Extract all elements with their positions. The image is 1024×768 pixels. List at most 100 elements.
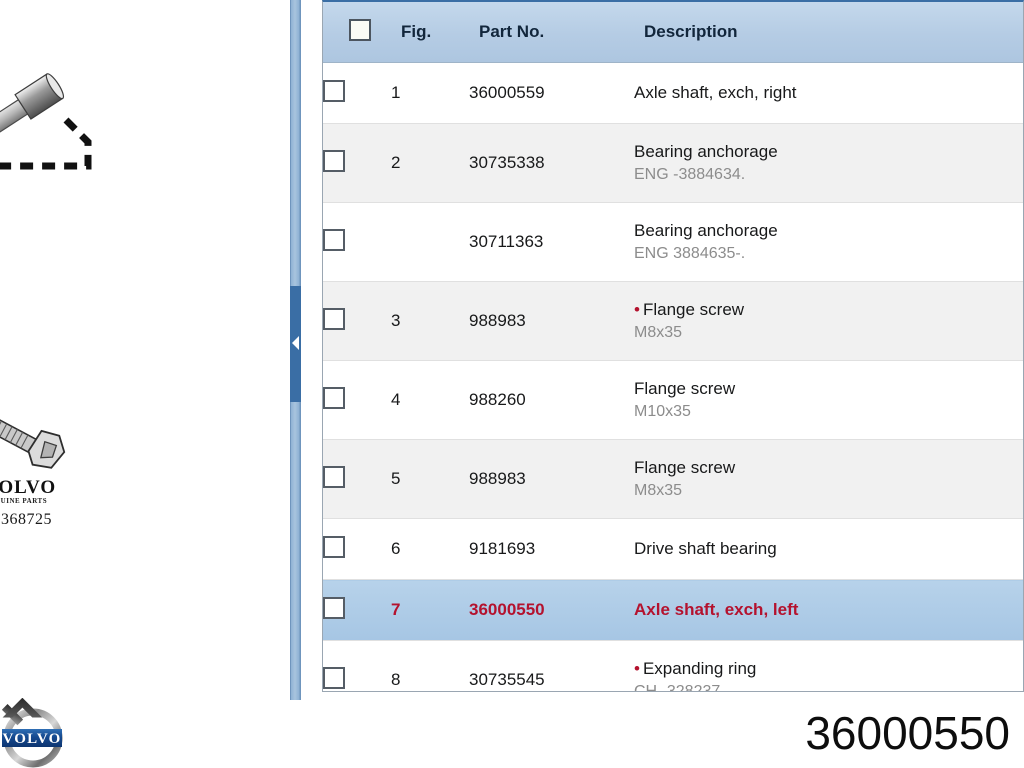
- cell-part-no[interactable]: 988983: [469, 281, 634, 361]
- row-select-cell[interactable]: [323, 62, 391, 124]
- header-fig[interactable]: Fig.: [391, 2, 469, 63]
- cell-fig: 1: [391, 62, 469, 124]
- row-checkbox[interactable]: [323, 79, 345, 102]
- description-main: • Expanding ring: [634, 659, 1023, 679]
- row-checkbox[interactable]: [323, 386, 345, 409]
- cell-description[interactable]: Bearing anchorage ENG 3884635-.: [634, 202, 1023, 282]
- table-row[interactable]: 3 988983 • Flange screw M8x35: [323, 281, 1023, 361]
- description-text: Bearing anchorage: [634, 221, 778, 241]
- description-main: Drive shaft bearing: [634, 539, 1023, 559]
- parts-table-header: Fig. Part No. Description: [323, 2, 1023, 63]
- cell-fig: [391, 202, 469, 282]
- cell-part-no[interactable]: 36000550: [469, 579, 634, 641]
- cell-fig: 5: [391, 439, 469, 519]
- required-part-bullet-icon: •: [634, 300, 640, 320]
- cell-part-no[interactable]: 988983: [469, 439, 634, 519]
- row-checkbox[interactable]: [323, 228, 345, 251]
- cell-part-no[interactable]: 30735338: [469, 123, 634, 203]
- description-subtext: M10x35: [634, 402, 691, 420]
- table-row[interactable]: 6 9181693 Drive shaft bearing: [323, 518, 1023, 580]
- header-description[interactable]: Description: [634, 2, 1023, 63]
- row-select-cell[interactable]: [323, 281, 391, 361]
- stamp-brand: VOLVO: [0, 477, 57, 498]
- description-text: Flange screw: [634, 379, 736, 399]
- description-main: Flange screw: [634, 458, 1023, 478]
- table-row[interactable]: 5 988983 Flange screw M8x35: [323, 439, 1023, 519]
- select-all-checkbox[interactable]: [349, 18, 371, 41]
- cell-description[interactable]: Axle shaft, exch, left: [634, 579, 1023, 641]
- description-main: Bearing anchorage: [634, 142, 1023, 162]
- parts-table: Fig. Part No. Description 1 36000559 Axle …: [323, 2, 1023, 692]
- header-part-no[interactable]: Part No.: [469, 2, 634, 63]
- row-checkbox[interactable]: [323, 596, 345, 619]
- row-select-cell[interactable]: [323, 518, 391, 580]
- description-subtext: ENG 3884635-.: [634, 244, 746, 262]
- cell-description[interactable]: Bearing anchorage ENG -3884634.: [634, 123, 1023, 203]
- cell-part-no[interactable]: 30735545: [469, 640, 634, 691]
- parts-catalog-screen: VOLVO GENUINE PARTS R-368725 Fig. Part N…: [0, 0, 1024, 768]
- row-checkbox[interactable]: [323, 149, 345, 172]
- row-select-cell[interactable]: [323, 640, 391, 691]
- flange-screw-icon: [0, 417, 66, 469]
- row-checkbox[interactable]: [323, 465, 345, 488]
- illustration-panel: VOLVO GENUINE PARTS R-368725: [0, 0, 288, 700]
- cell-description[interactable]: Drive shaft bearing: [634, 518, 1023, 580]
- axle-shaft-end-icon: [0, 73, 92, 170]
- description-subtext: ENG -3884634.: [634, 165, 746, 183]
- header-select-all[interactable]: [323, 2, 391, 63]
- cell-fig: 6: [391, 518, 469, 580]
- description-subtext: M8x35: [634, 323, 683, 341]
- cell-description[interactable]: Flange screw M8x35: [634, 439, 1023, 519]
- cell-description[interactable]: • Expanding ring CH -328237: [634, 640, 1023, 692]
- cell-part-no[interactable]: 30711363: [469, 202, 634, 282]
- parts-table-body: 1 36000559 Axle shaft, exch, right 2 3073533…: [323, 62, 1023, 692]
- description-main: • Flange screw: [634, 300, 1023, 320]
- cell-part-no[interactable]: 9181693: [469, 518, 634, 580]
- chevron-left-icon: [292, 336, 299, 350]
- cell-description[interactable]: Flange screw M10x35: [634, 360, 1023, 440]
- description-main: Axle shaft, exch, left: [634, 600, 1023, 620]
- row-select-cell[interactable]: [323, 439, 391, 519]
- cell-fig: 3: [391, 281, 469, 361]
- description-text: Expanding ring: [642, 659, 757, 679]
- description-text: Drive shaft bearing: [634, 539, 777, 559]
- stamp-subtitle: GENUINE PARTS: [0, 497, 48, 505]
- panel-splitter[interactable]: [290, 0, 301, 700]
- description-text: Bearing anchorage: [634, 142, 778, 162]
- volvo-wordmark-text: VOLVO: [2, 731, 61, 747]
- table-row[interactable]: 8 30735545 • Expanding ring CH -328237: [323, 640, 1023, 692]
- row-checkbox[interactable]: [323, 666, 345, 689]
- row-checkbox[interactable]: [323, 535, 345, 558]
- volvo-genuine-parts-stamp: VOLVO GENUINE PARTS R-368725: [0, 478, 94, 528]
- required-part-bullet-icon: •: [634, 659, 640, 679]
- cell-fig: 2: [391, 123, 469, 203]
- selected-part-number: 36000550: [805, 707, 1010, 759]
- volvo-logo-icon: VOLVO: [2, 698, 63, 768]
- splitter-collapse-handle[interactable]: [290, 286, 301, 402]
- description-subtext: CH -328237: [634, 682, 721, 692]
- cell-part-no[interactable]: 36000559: [469, 62, 634, 124]
- table-row[interactable]: 4 988260 Flange screw M10x35: [323, 360, 1023, 440]
- row-select-cell[interactable]: [323, 360, 391, 440]
- cell-fig: 7: [391, 579, 469, 641]
- cell-fig: 4: [391, 360, 469, 440]
- bottom-bar: VOLVO 36000550: [0, 698, 1024, 768]
- description-main: Bearing anchorage: [634, 221, 1023, 241]
- stamp-code: R-368725: [0, 511, 52, 528]
- row-checkbox[interactable]: [323, 307, 345, 330]
- description-text: Axle shaft, exch, left: [634, 600, 799, 620]
- cell-description[interactable]: Axle shaft, exch, right: [634, 62, 1023, 124]
- table-row[interactable]: 1 36000559 Axle shaft, exch, right: [323, 62, 1023, 124]
- cell-description[interactable]: • Flange screw M8x35: [634, 281, 1023, 361]
- description-text: Flange screw: [634, 458, 736, 478]
- row-select-cell[interactable]: [323, 579, 391, 641]
- table-row[interactable]: 7 36000550 Axle shaft, exch, left: [323, 579, 1023, 641]
- description-subtext: M8x35: [634, 481, 683, 499]
- cell-part-no[interactable]: 988260: [469, 360, 634, 440]
- table-row[interactable]: 2 30735338 Bearing anchorage ENG -3884634.: [323, 123, 1023, 203]
- row-select-cell[interactable]: [323, 123, 391, 203]
- description-text: Flange screw: [642, 300, 745, 320]
- row-select-cell[interactable]: [323, 202, 391, 282]
- parts-table-container: Fig. Part No. Description 1 36000559 Axle …: [322, 0, 1024, 692]
- table-row[interactable]: 30711363 Bearing anchorage ENG 3884635-.: [323, 202, 1023, 282]
